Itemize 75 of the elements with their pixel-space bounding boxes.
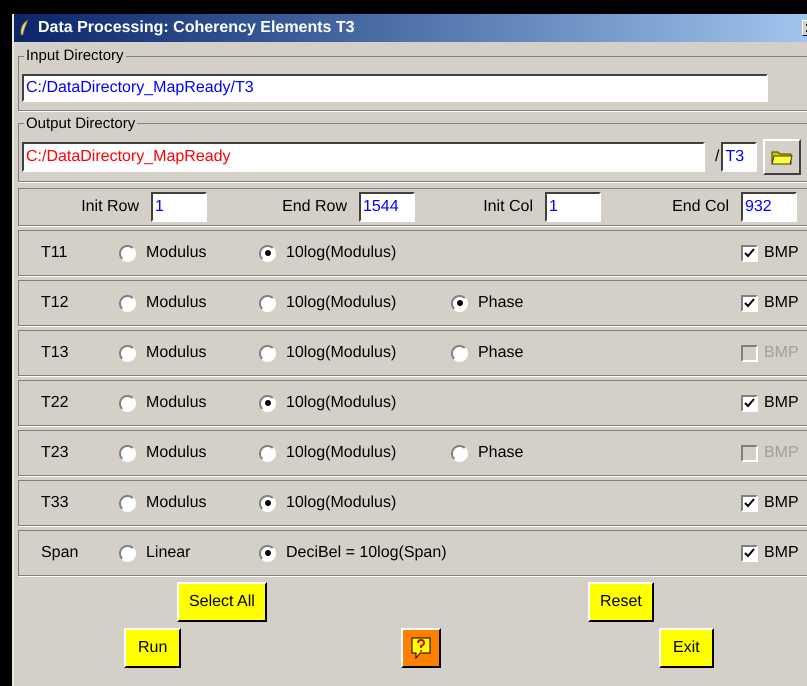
element-label: T13 xyxy=(40,343,70,363)
path-separator: / xyxy=(715,147,720,167)
checkbox[interactable] xyxy=(741,544,758,562)
radio-button[interactable] xyxy=(119,544,136,562)
radio-button[interactable] xyxy=(451,294,468,312)
radio-label: Modulus xyxy=(146,293,206,313)
checkbox[interactable] xyxy=(741,494,758,512)
element-label: T33 xyxy=(40,493,70,513)
radio-button[interactable] xyxy=(451,444,468,462)
radio-label: 10log(Modulus) xyxy=(286,443,396,463)
exit-button[interactable]: Exit xyxy=(659,628,714,668)
field-label: End Row xyxy=(281,197,348,217)
field-label: Init Col xyxy=(482,197,534,217)
checkbox[interactable] xyxy=(741,394,758,412)
radio-button[interactable] xyxy=(259,544,276,562)
radio-button[interactable] xyxy=(451,344,468,362)
radio-label: Modulus xyxy=(146,493,206,513)
radio-button[interactable] xyxy=(259,494,276,512)
checkbox-label: BMP xyxy=(764,543,799,563)
folder-icon xyxy=(771,149,794,165)
suffix-field[interactable]: T3 xyxy=(721,142,758,172)
number-field[interactable]: 932 xyxy=(741,192,797,222)
radio-label: 10log(Modulus) xyxy=(286,493,396,513)
output-directory-field[interactable]: C:/DataDirectory_MapReady xyxy=(22,142,705,172)
radio-label: 10log(Modulus) xyxy=(286,293,396,313)
radio-label: 10log(Modulus) xyxy=(286,243,396,263)
element-label: Span xyxy=(40,543,80,563)
radio-label: DeciBel = 10log(Span) xyxy=(286,543,447,563)
radio-button[interactable] xyxy=(119,344,136,362)
number-field[interactable]: 1544 xyxy=(359,192,415,222)
checkbox[interactable] xyxy=(741,294,758,312)
select-all-button[interactable]: Select All xyxy=(177,582,267,622)
checkbox-label: BMP xyxy=(764,493,799,513)
checkbox-label: BMP xyxy=(764,393,799,413)
radio-button[interactable] xyxy=(259,294,276,312)
field-label: End Col xyxy=(671,197,730,217)
reset-button[interactable]: Reset xyxy=(588,582,654,622)
group-label: Output Directory xyxy=(25,114,136,134)
radio-button[interactable] xyxy=(119,394,136,412)
radio-label: Linear xyxy=(146,543,190,563)
checkbox-label: BMP xyxy=(764,243,799,263)
browse-button[interactable] xyxy=(763,139,802,175)
radio-label: 10log(Modulus) xyxy=(286,343,396,363)
element-label: T11 xyxy=(40,243,68,263)
radio-label: Phase xyxy=(478,343,524,363)
radio-button[interactable] xyxy=(119,244,136,262)
input-directory-field[interactable]: C:/DataDirectory_MapReady/T3 xyxy=(22,74,768,102)
radio-button[interactable] xyxy=(119,444,136,462)
window-title: Data Processing: Coherency Elements T3 xyxy=(38,18,355,38)
radio-button[interactable] xyxy=(119,294,136,312)
group-label: Input Directory xyxy=(25,46,125,66)
radio-label: Modulus xyxy=(146,343,206,363)
help-bubble-icon xyxy=(411,637,431,659)
radio-button[interactable] xyxy=(259,444,276,462)
radio-label: 10log(Modulus) xyxy=(286,393,396,413)
radio-label: Modulus xyxy=(146,243,206,263)
radio-button[interactable] xyxy=(259,394,276,412)
radio-label: Phase xyxy=(478,443,524,463)
number-field[interactable]: 1 xyxy=(151,192,207,222)
checkbox-label: BMP xyxy=(764,293,799,313)
run-button[interactable]: Run xyxy=(124,628,182,668)
radio-button[interactable] xyxy=(259,344,276,362)
element-label: T22 xyxy=(40,393,70,413)
radio-label: Modulus xyxy=(146,393,206,413)
number-field[interactable]: 1 xyxy=(545,192,601,222)
checkbox[interactable] xyxy=(741,244,758,262)
radio-label: Phase xyxy=(478,293,524,313)
element-label: T23 xyxy=(40,443,70,463)
radio-button[interactable] xyxy=(259,244,276,262)
radio-label: Modulus xyxy=(146,443,206,463)
feather-icon xyxy=(18,19,30,37)
help-button[interactable] xyxy=(401,628,441,668)
radio-button[interactable] xyxy=(119,494,136,512)
element-label: T12 xyxy=(40,293,70,313)
field-label: Init Row xyxy=(80,197,140,217)
